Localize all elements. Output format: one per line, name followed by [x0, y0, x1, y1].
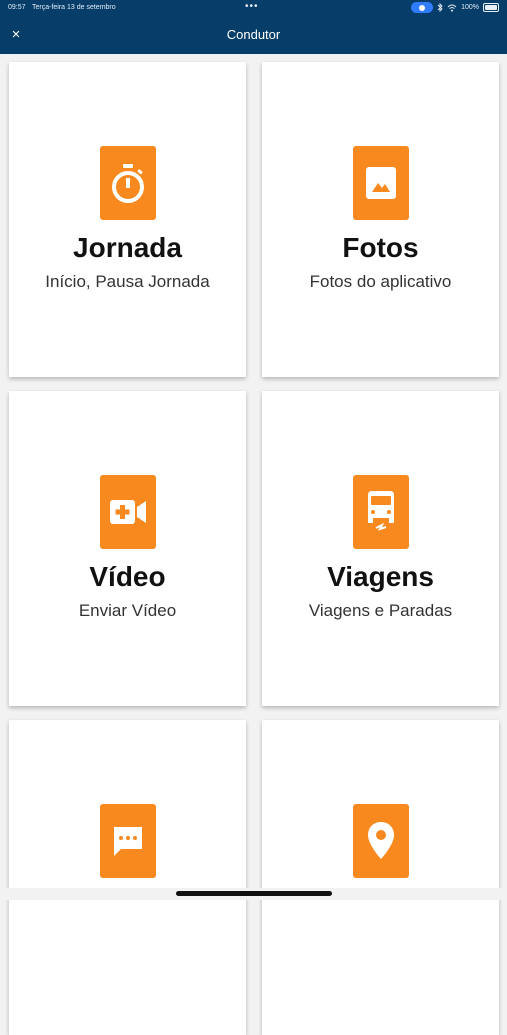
card-jornada[interactable]: Jornada Início, Pausa Jornada	[9, 62, 246, 377]
card-mensagens[interactable]	[9, 720, 246, 1035]
multitask-dots[interactable]: •••	[245, 1, 259, 12]
card-title: Fotos	[342, 232, 419, 263]
card-title: Vídeo	[89, 561, 166, 592]
bus-icon	[353, 475, 409, 549]
page-title: Condutor	[226, 27, 281, 42]
message-icon	[100, 804, 156, 878]
card-viagens[interactable]: Viagens Viagens e Paradas	[262, 391, 499, 706]
home-indicator[interactable]	[176, 891, 332, 896]
card-fotos[interactable]: Fotos Fotos do aplicativo	[262, 62, 499, 377]
card-subtitle: Fotos do aplicativo	[309, 272, 452, 291]
location-pin-icon	[353, 804, 409, 878]
bluetooth-icon	[437, 3, 443, 12]
photo-icon	[353, 146, 409, 220]
card-video[interactable]: Vídeo Enviar Vídeo	[9, 391, 246, 706]
card-subtitle: Início, Pausa Jornada	[45, 272, 210, 291]
screen-record-indicator	[411, 2, 434, 13]
status-bar: 09:57 Terça-feira 13 de setembro ••• 100…	[0, 0, 507, 18]
card-title: Jornada	[73, 232, 182, 263]
status-right: 100%	[411, 2, 499, 13]
battery-icon	[483, 3, 499, 12]
video-icon	[100, 475, 156, 549]
status-date: Terça-feira 13 de setembro	[32, 4, 116, 11]
nav-bar: × Condutor	[0, 18, 507, 54]
status-time: 09:57	[8, 4, 26, 11]
card-localizacao[interactable]	[262, 720, 499, 1035]
card-title: Viagens	[327, 561, 434, 592]
battery-percent: 100%	[461, 4, 479, 11]
top-bar: 09:57 Terça-feira 13 de setembro ••• 100…	[0, 0, 507, 54]
stopwatch-icon	[100, 146, 156, 220]
card-subtitle: Enviar Vídeo	[78, 601, 177, 620]
card-subtitle: Viagens e Paradas	[308, 601, 453, 620]
wifi-icon	[447, 4, 457, 12]
